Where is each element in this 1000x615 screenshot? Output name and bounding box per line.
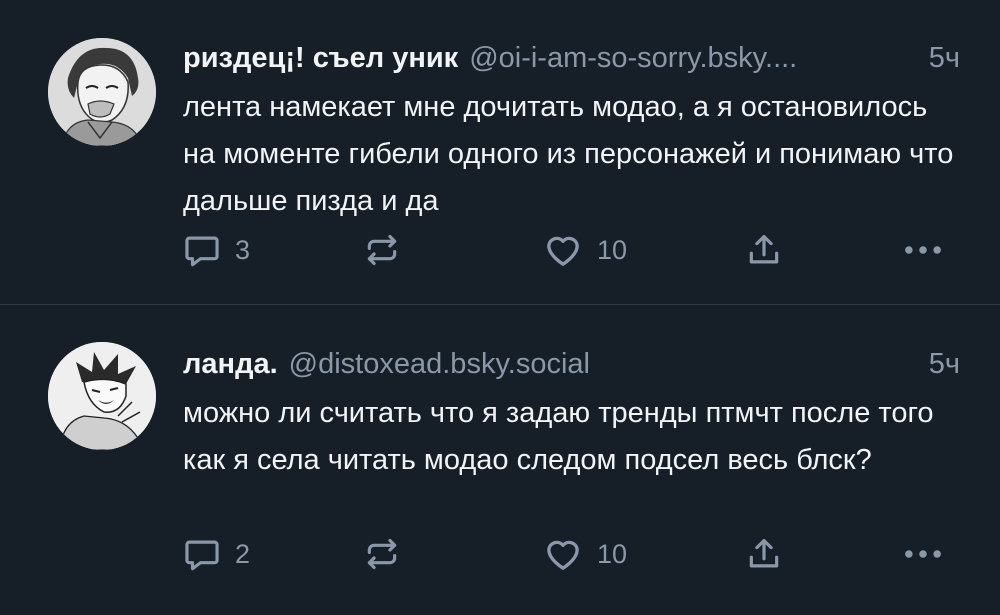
post-feed: риздец¡! съел уник @oi-i-am-so-sorry.bsk… bbox=[0, 0, 1000, 615]
display-name[interactable]: ланда. bbox=[183, 348, 278, 381]
post-header: риздец¡! съел уник @oi-i-am-so-sorry.bsk… bbox=[183, 38, 960, 78]
handle[interactable]: @oi-i-am-so-sorry.bsky.... bbox=[469, 42, 915, 75]
like-count: 10 bbox=[597, 538, 628, 569]
like-button[interactable]: 10 bbox=[543, 534, 627, 574]
more-options-button[interactable] bbox=[901, 534, 945, 574]
like-button[interactable]: 10 bbox=[543, 230, 627, 270]
avatar[interactable] bbox=[48, 342, 156, 450]
repost-arrows-icon bbox=[367, 234, 397, 266]
repost-arrows-icon bbox=[367, 538, 397, 570]
timestamp[interactable]: 5ч bbox=[929, 42, 960, 75]
speech-bubble-icon bbox=[185, 540, 219, 571]
reply-button[interactable]: 3 bbox=[183, 230, 250, 270]
share-icon bbox=[749, 538, 779, 568]
avatar[interactable] bbox=[48, 38, 156, 146]
post-actions: 2 10 bbox=[183, 534, 953, 574]
more-dots-icon bbox=[905, 246, 941, 254]
avatar-image bbox=[48, 342, 156, 450]
speech-bubble-icon bbox=[185, 236, 219, 267]
handle[interactable]: @distoxead.bsky.social bbox=[289, 348, 915, 381]
post-actions: 3 10 bbox=[183, 230, 953, 270]
heart-icon bbox=[547, 540, 579, 570]
reply-count: 3 bbox=[235, 234, 251, 265]
post-text: лента намекает мне дочитать модао, а я о… bbox=[183, 91, 954, 217]
post-text: можно ли считать что я задаю тренды птмч… bbox=[183, 397, 934, 476]
more-options-button[interactable] bbox=[901, 230, 945, 270]
post-header: ланда. @distoxead.bsky.social 5ч bbox=[183, 344, 960, 384]
more-dots-icon bbox=[905, 550, 941, 558]
like-count: 10 bbox=[597, 234, 628, 265]
post[interactable]: риздец¡! съел уник @oi-i-am-so-sorry.bsk… bbox=[0, 0, 1000, 305]
display-name[interactable]: риздец¡! съел уник bbox=[183, 42, 458, 75]
share-button[interactable] bbox=[745, 534, 783, 574]
heart-icon bbox=[547, 236, 579, 266]
share-button[interactable] bbox=[745, 230, 783, 270]
reply-button[interactable]: 2 bbox=[183, 534, 250, 574]
repost-button[interactable] bbox=[363, 534, 401, 574]
avatar-image bbox=[48, 38, 156, 146]
timestamp[interactable]: 5ч bbox=[929, 348, 960, 381]
reply-count: 2 bbox=[235, 538, 251, 569]
repost-button[interactable] bbox=[363, 230, 401, 270]
post[interactable]: ланда. @distoxead.bsky.social 5ч можно л… bbox=[0, 305, 1000, 615]
share-icon bbox=[749, 234, 779, 264]
